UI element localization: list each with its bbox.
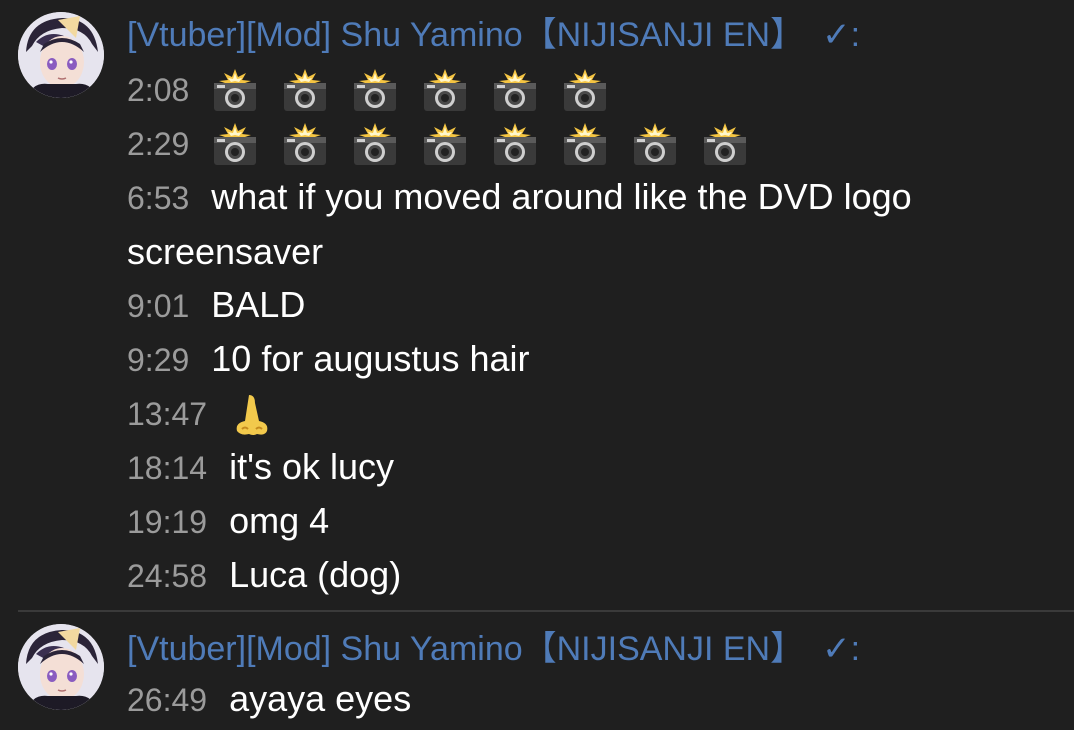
- message-text: BALD: [211, 284, 306, 325]
- message-text: ayaya eyes: [229, 678, 412, 719]
- camera-with-flash-icon: [491, 123, 539, 167]
- camera-with-flash-icon: [351, 69, 399, 113]
- emoji-row: [211, 123, 749, 167]
- message-text: omg 4: [229, 500, 330, 541]
- chat-message: 6:53 what if you moved around like the DV…: [127, 170, 1067, 279]
- avatar[interactable]: [18, 624, 104, 710]
- message-timestamp: 6:53: [127, 180, 190, 216]
- chat-message: 2:29: [127, 116, 1067, 171]
- camera-with-flash-icon: [421, 123, 469, 167]
- chat-message: 9:29 10 for augustus hair: [127, 332, 1067, 387]
- message-timestamp: 2:08: [127, 72, 190, 108]
- nose-icon: [229, 393, 273, 437]
- author-name-text: [Vtuber][Mod] Shu Yamino【NIJISANJI EN】: [127, 16, 805, 54]
- message-timestamp: 9:29: [127, 342, 190, 378]
- verified-check-icon: ✓:: [822, 630, 861, 668]
- message-text: it's ok lucy: [229, 446, 394, 487]
- camera-with-flash-icon: [561, 123, 609, 167]
- camera-with-flash-icon: [281, 69, 329, 113]
- message-timestamp: 24:58: [127, 558, 208, 594]
- chat-message: 24:58 Luca (dog): [127, 548, 1067, 603]
- chat-message: 13:47: [127, 386, 1067, 441]
- message-timestamp: 18:14: [127, 450, 208, 486]
- camera-with-flash-icon: [421, 69, 469, 113]
- message-timestamp: 9:01: [127, 288, 190, 324]
- camera-with-flash-icon: [281, 123, 329, 167]
- message-text: what if you moved around like the DVD lo…: [127, 176, 912, 272]
- message-timestamp: 2:29: [127, 126, 190, 162]
- avatar-image: [18, 624, 104, 710]
- camera-with-flash-icon: [631, 123, 679, 167]
- chat-message: 19:19 omg 4: [127, 494, 1067, 549]
- author-name[interactable]: [Vtuber][Mod] Shu Yamino【NIJISANJI EN】 ✓:: [127, 622, 860, 676]
- message-timestamp: 19:19: [127, 504, 208, 540]
- message-text: 10 for augustus hair: [211, 338, 530, 379]
- camera-with-flash-icon: [701, 123, 749, 167]
- message-text: Luca (dog): [229, 554, 402, 595]
- author-name-text: [Vtuber][Mod] Shu Yamino【NIJISANJI EN】: [127, 630, 805, 668]
- camera-with-flash-icon: [351, 123, 399, 167]
- chat-message: 18:14 it's ok lucy: [127, 440, 1067, 495]
- author-name[interactable]: [Vtuber][Mod] Shu Yamino【NIJISANJI EN】 ✓:: [127, 8, 860, 62]
- chat-message: 26:49 ayaya eyes: [127, 672, 1067, 727]
- camera-with-flash-icon: [491, 69, 539, 113]
- chat-message: 9:01 BALD: [127, 278, 1067, 333]
- camera-with-flash-icon: [561, 69, 609, 113]
- verified-check-icon: ✓:: [822, 16, 861, 54]
- camera-with-flash-icon: [211, 123, 259, 167]
- camera-with-flash-icon: [211, 69, 259, 113]
- avatar-image: [18, 12, 104, 98]
- message-timestamp: 26:49: [127, 682, 208, 718]
- message-timestamp: 13:47: [127, 396, 208, 432]
- chat-message: 2:08: [127, 62, 1067, 117]
- emoji-row: [211, 69, 609, 113]
- avatar[interactable]: [18, 12, 104, 98]
- message-group-divider: [18, 610, 1074, 612]
